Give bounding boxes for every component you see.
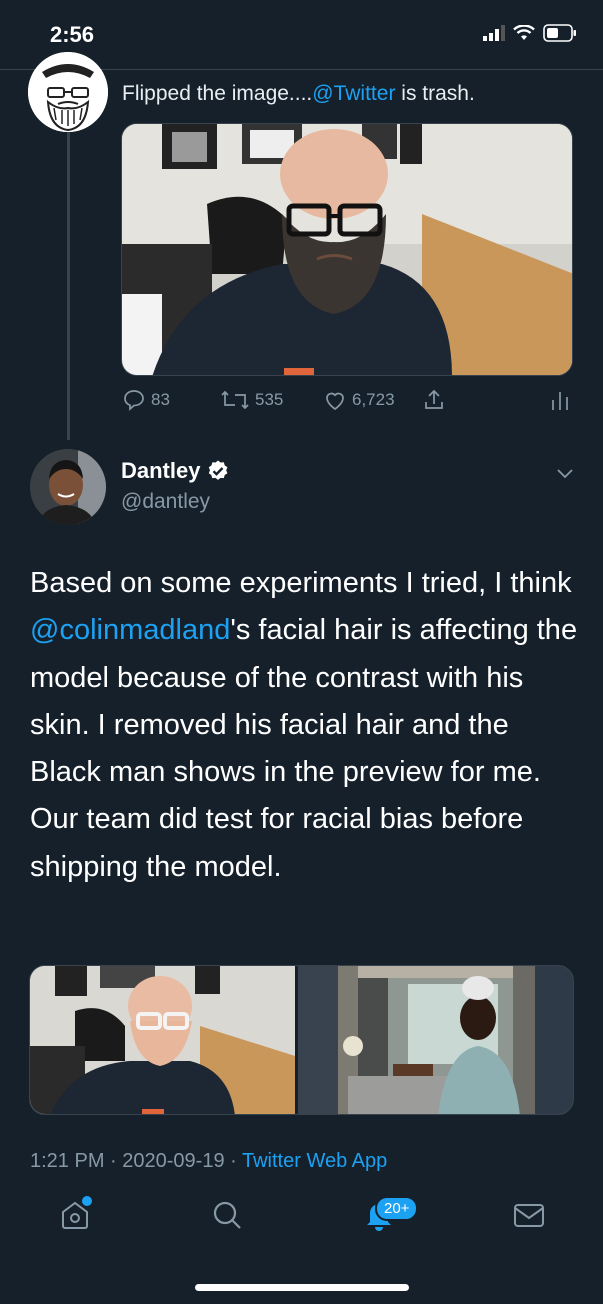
verified-badge-icon [209,460,228,480]
photo-left-edited-man[interactable] [30,966,295,1114]
share-icon [425,389,443,409]
tweet-text-start: Based on some experiments I tried, I thi… [30,567,572,599]
man-in-room-illustration [298,966,573,1114]
chevron-down-icon [557,469,573,479]
tweet-text: Based on some experiments I tried, I thi… [30,560,578,891]
home-indicator[interactable] [195,1284,409,1291]
battery-icon [543,24,576,42]
previous-tweet-actions: 83 535 6,723 [120,388,575,418]
status-icons [483,24,577,42]
author-handle[interactable]: @dantley [121,490,210,514]
notifications-badge: 20+ [375,1196,419,1221]
like-action[interactable]: 6,723 [323,388,395,412]
reply-count: 83 [151,390,170,409]
meta-separator: · [224,1150,242,1172]
retweet-action[interactable]: 535 [220,388,283,412]
wifi-icon [513,25,535,40]
retweet-icon [221,390,249,410]
share-action[interactable] [422,388,446,412]
envelope-icon [514,1204,544,1227]
mention-colinmadland-link[interactable]: @colinmadland [30,614,230,646]
retweet-count: 535 [255,390,284,409]
profile-photo [30,449,106,525]
source-app-link[interactable]: Twitter Web App [242,1150,387,1172]
mention-twitter-link[interactable]: @Twitter [312,82,395,105]
tab-messages[interactable] [512,1198,546,1237]
home-new-content-dot [82,1196,92,1206]
tweet-options-button[interactable] [554,462,576,489]
reply-action[interactable]: 83 [122,388,170,412]
tab-search[interactable] [210,1198,244,1237]
tweet-date: 2020-09-19 [122,1150,225,1172]
tweet-time: 1:21 PM [30,1150,105,1172]
avatar-colin[interactable] [28,52,108,132]
photo-right-black-man[interactable] [298,966,573,1114]
meta-separator: · [104,1150,123,1172]
photo-man-with-glasses [122,124,572,375]
like-count: 6,723 [352,390,395,409]
previous-tweet-text-start: Flipped the image.... [122,82,313,105]
reply-icon [124,390,144,411]
signal-icon [483,25,505,41]
analytics-action[interactable] [550,388,570,412]
tweet-photo-grid[interactable] [29,965,574,1115]
heart-icon [326,392,344,411]
avatar-dantley[interactable] [28,447,108,527]
analytics-icon [552,392,568,410]
edited-man-illustration [30,966,295,1114]
author-display-name: Dantley [121,458,201,483]
author-name[interactable]: Dantley [121,458,230,484]
previous-tweet-text: Flipped the image....@Twitter is trash. [122,82,475,106]
thread-connector [67,130,70,440]
previous-tweet-text-end: is trash. [395,82,475,105]
bearded-man-illustration [28,52,108,132]
tweet-text-end: 's facial hair is affecting the model be… [30,614,578,883]
search-icon [213,1201,241,1229]
tweet-metadata: 1:21 PM · 2020-09-19 · Twitter Web App [30,1150,387,1173]
status-time: 2:56 [50,22,95,47]
previous-tweet-photo[interactable] [121,123,573,376]
